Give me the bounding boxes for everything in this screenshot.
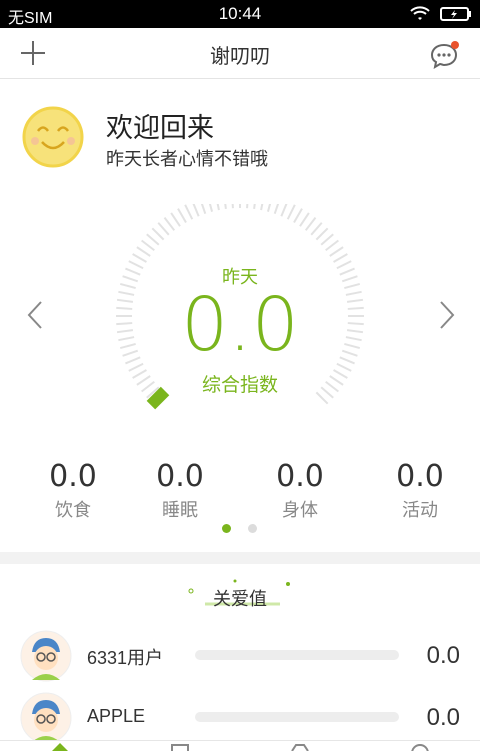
gauge-tick <box>132 253 147 263</box>
gauge-tick <box>216 204 220 211</box>
top-navbar: 谢叨叨 <box>0 28 480 79</box>
avatar-icon <box>20 630 72 682</box>
page-dot-active[interactable] <box>222 524 231 533</box>
gauge-tick <box>293 208 303 223</box>
gauge-tick <box>286 204 296 220</box>
metrics-row: 0.0 饮食 0.0 睡眠 0.0 身体 0.0 活动 <box>0 462 480 522</box>
chevron-left-icon[interactable] <box>25 300 45 330</box>
gauge-tick <box>200 204 207 215</box>
page-title: 谢叨叨 <box>210 44 270 68</box>
gauge-tick <box>224 204 227 210</box>
gauge-tick <box>136 246 151 257</box>
metric-label: 睡眠 <box>162 500 198 521</box>
metric-value: 0.0 <box>156 459 204 494</box>
gauge-tick <box>333 253 348 263</box>
care-progress-bar <box>195 712 399 722</box>
welcome-greeting: 欢迎回来 <box>106 113 214 144</box>
care-value: 0.0 <box>426 704 460 731</box>
gauge-tick <box>299 212 310 227</box>
care-progress-bar <box>195 650 399 660</box>
gauge-tick <box>141 239 155 252</box>
gauge-tick <box>163 217 176 231</box>
gauge-tick <box>320 233 334 246</box>
metric-label: 身体 <box>282 500 318 521</box>
user-name: APPLE <box>87 706 146 726</box>
page-indicator <box>222 524 262 534</box>
metric-sleep[interactable]: 0.0 睡眠 <box>120 462 240 522</box>
gauge-tick <box>273 204 280 215</box>
gauge-tick <box>246 204 249 209</box>
care-value: 0.0 <box>426 642 460 669</box>
welcome-message: 昨天长者心情不错哦 <box>106 149 268 170</box>
user-name: 6331用户 <box>87 648 164 668</box>
care-section-title: 关爱值 <box>213 589 267 610</box>
chevron-right-icon[interactable] <box>437 300 457 330</box>
metric-activity[interactable]: 0.0 活动 <box>360 462 480 522</box>
gauge-tick <box>184 204 194 220</box>
status-bar: 无SIM 10:44 <box>0 0 480 28</box>
gauge-tick <box>304 217 317 231</box>
overall-index-gauge: 昨天 0.0 综合指数 <box>0 200 480 440</box>
gauge-score: 0.0 <box>181 282 299 368</box>
gauge-tick <box>231 204 234 209</box>
care-user-row[interactable]: 6331用户 0.0 <box>0 630 480 686</box>
metric-value: 0.0 <box>396 459 444 494</box>
metric-diet[interactable]: 0.0 饮食 <box>13 462 133 522</box>
page-dot[interactable] <box>248 524 257 533</box>
metric-label: 活动 <box>402 500 438 521</box>
gauge-tick <box>266 204 272 212</box>
gauge-tick <box>177 208 187 223</box>
metric-value: 0.0 <box>49 459 97 494</box>
gauge-tick <box>310 222 323 236</box>
gauge-tick <box>208 204 214 212</box>
gauge-tick <box>157 222 170 236</box>
wifi-icon <box>410 6 430 20</box>
bottom-tab-bar <box>0 740 480 751</box>
metric-value: 0.0 <box>276 459 324 494</box>
gauge-label: 综合指数 <box>201 374 278 396</box>
gauge-tick <box>280 204 288 217</box>
chat-icon[interactable] <box>430 40 460 70</box>
notification-badge <box>451 41 459 49</box>
gauge-tick <box>315 227 329 241</box>
gauge-tick <box>329 246 344 257</box>
gauge-tick <box>325 239 339 252</box>
section-divider <box>0 552 480 564</box>
gauge-tick <box>192 204 200 217</box>
gauge-tick <box>253 204 256 210</box>
metric-body[interactable]: 0.0 身体 <box>240 462 360 522</box>
gauge-tick <box>260 204 264 211</box>
avatar-icon <box>20 692 72 744</box>
gauge-tick <box>170 212 181 227</box>
clock: 10:44 <box>218 4 262 23</box>
gauge-tick <box>151 227 165 241</box>
metric-label: 饮食 <box>55 500 91 521</box>
gauge-tick <box>146 233 160 246</box>
battery-icon <box>440 7 471 21</box>
smiley-icon <box>22 106 84 168</box>
